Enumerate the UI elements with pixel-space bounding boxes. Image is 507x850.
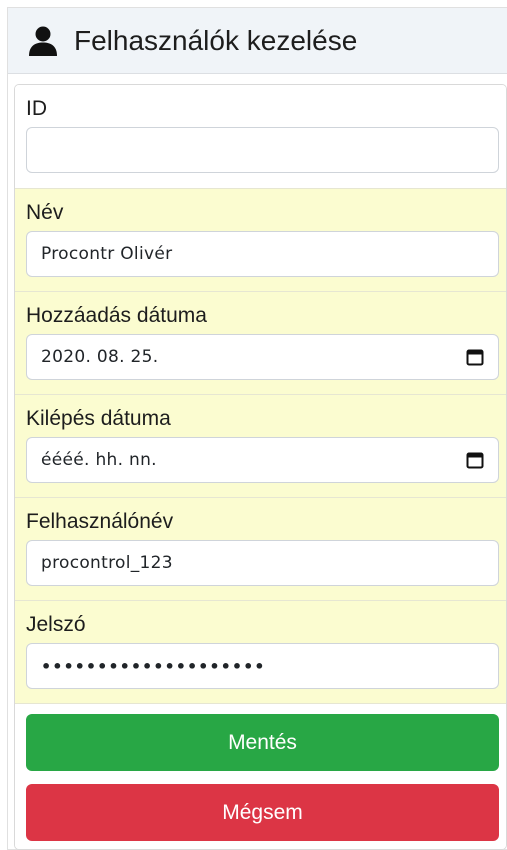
calendar-icon[interactable] <box>466 451 484 469</box>
user-management-panel: Felhasználók kezelése ID Név Procontr Ol… <box>7 7 507 850</box>
name-input[interactable]: Procontr Olivér <box>26 231 499 277</box>
user-icon <box>29 26 57 56</box>
name-value: Procontr Olivér <box>41 244 173 264</box>
save-button[interactable]: Mentés <box>26 714 499 771</box>
name-label: Név <box>26 201 64 224</box>
form-buttons: Mentés Mégsem <box>15 704 506 849</box>
field-group-password: Jelszó •••••••••••••••••••• <box>15 601 506 704</box>
panel-header: Felhasználók kezelése <box>8 8 507 74</box>
exit-date-label: Kilépés dátuma <box>26 407 171 430</box>
field-group-added-date: Hozzáadás dátuma 2020. 08. 25. <box>15 292 506 395</box>
password-value: •••••••••••••••••••• <box>41 656 266 676</box>
password-label: Jelszó <box>26 613 86 636</box>
field-group-id: ID <box>15 85 506 189</box>
user-form: ID Név Procontr Olivér Hozzáadás dátuma … <box>14 84 507 850</box>
added-date-value: 2020. 08. 25. <box>41 347 159 367</box>
username-input[interactable]: procontrol_123 <box>26 540 499 586</box>
cancel-button[interactable]: Mégsem <box>26 784 499 841</box>
id-label: ID <box>26 97 47 120</box>
field-group-name: Név Procontr Olivér <box>15 189 506 292</box>
field-group-username: Felhasználónév procontrol_123 <box>15 498 506 601</box>
id-input[interactable] <box>26 127 499 173</box>
exit-date-value: éééé. hh. nn. <box>41 450 157 470</box>
exit-date-input[interactable]: éééé. hh. nn. <box>26 437 499 483</box>
username-value: procontrol_123 <box>41 553 173 573</box>
page-title: Felhasználók kezelése <box>74 24 358 56</box>
username-label: Felhasználónév <box>26 510 174 533</box>
password-input[interactable]: •••••••••••••••••••• <box>26 643 499 689</box>
added-date-input[interactable]: 2020. 08. 25. <box>26 334 499 380</box>
added-date-label: Hozzáadás dátuma <box>26 304 207 327</box>
field-group-exit-date: Kilépés dátuma éééé. hh. nn. <box>15 395 506 498</box>
calendar-icon[interactable] <box>466 348 484 366</box>
